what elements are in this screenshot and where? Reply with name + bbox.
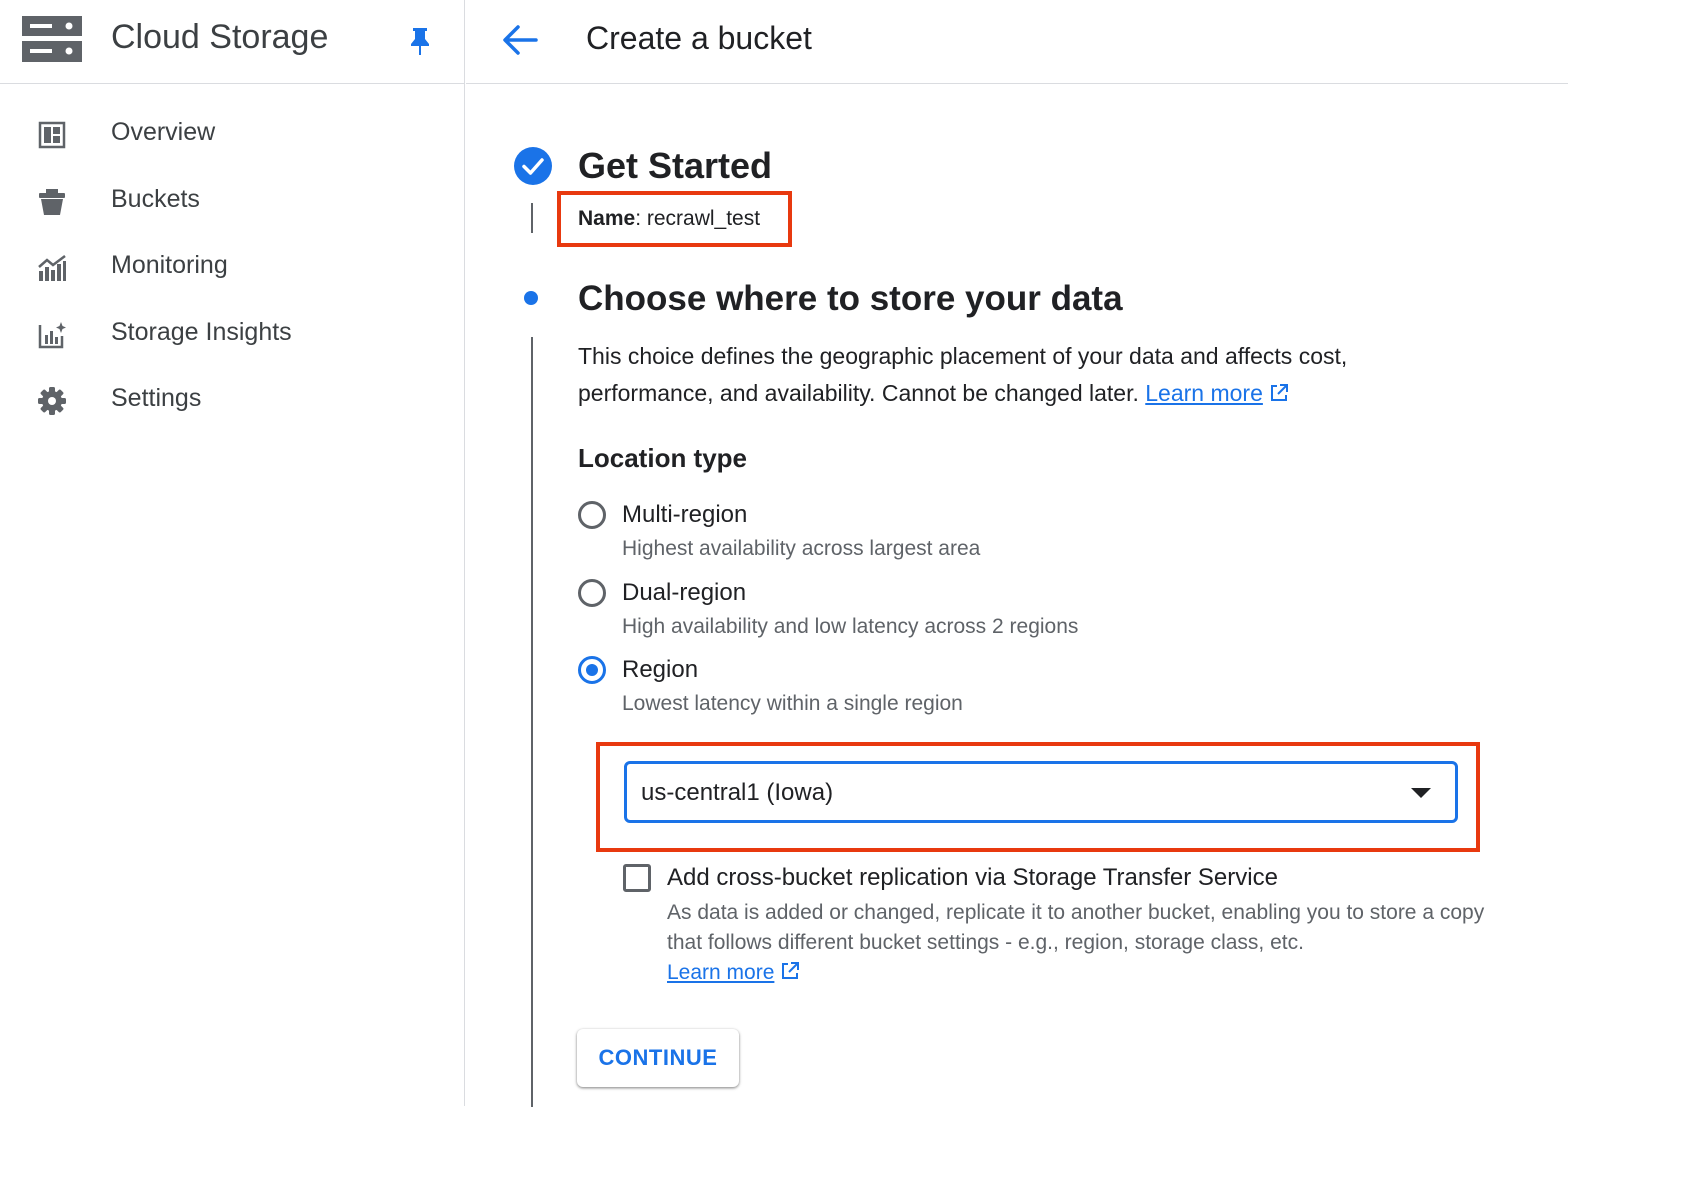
sidebar-item-label: Settings [111,384,202,412]
sidebar-header: Cloud Storage [0,0,464,84]
dual-region-description: High availability and low latency across… [622,615,1079,638]
back-arrow-icon[interactable] [500,22,540,58]
region-label[interactable]: Region [622,656,698,684]
page-title: Create a bucket [586,20,812,56]
sidebar-item-settings[interactable]: Settings [0,366,464,433]
replication-description: As data is added or changed, replicate i… [667,898,1487,988]
learn-more-link[interactable]: Learn more [1145,380,1263,406]
step-connector [531,203,533,233]
page-header: Create a bucket [466,0,1568,84]
external-link-icon [782,962,800,979]
step-current-dot [524,291,538,305]
dashboard-icon [38,121,66,149]
gear-icon [38,387,66,415]
external-link-icon [1270,384,1288,401]
insights-icon [38,321,66,348]
region-select-value: us-central1 (Iowa) [641,779,834,806]
monitoring-icon [38,255,66,281]
step-get-started-title[interactable]: Get Started [578,145,772,187]
bucket-name-summary: Name: recrawl_test [578,207,760,231]
region-radio[interactable] [578,656,606,684]
pin-icon[interactable] [408,26,432,56]
replication-learn-more-link[interactable]: Learn more [667,961,774,984]
location-type-heading: Location type [578,443,748,473]
product-title: Cloud Storage [111,18,329,56]
cloud-storage-icon [22,16,82,62]
replication-label[interactable]: Add cross-bucket replication via Storage… [667,864,1278,892]
sidebar-item-buckets[interactable]: Buckets [0,167,464,234]
sidebar: Cloud Storage Overview Buckets Monitorin… [0,0,465,1106]
replication-checkbox[interactable] [623,864,651,892]
continue-button[interactable]: CONTINUE [577,1029,739,1087]
step-connector [531,337,533,1107]
location-description: This choice defines the geographic place… [578,338,1478,412]
dropdown-arrow-icon [1411,788,1431,798]
dual-region-label[interactable]: Dual-region [622,579,746,607]
sidebar-item-label: Overview [111,118,216,146]
step-location-title: Choose where to store your data [578,279,1123,318]
name-label: Name [578,207,636,230]
sidebar-item-overview[interactable]: Overview [0,100,464,167]
name-value: : recrawl_test [635,207,761,230]
sidebar-item-label: Monitoring [111,251,228,279]
bucket-icon [39,188,65,215]
sidebar-nav: Overview Buckets Monitoring Storage Insi… [0,100,464,433]
create-bucket-form: Get Started Name: recrawl_test Choose wh… [466,85,1568,1107]
region-description: Lowest latency within a single region [622,692,963,715]
multi-region-radio[interactable] [578,501,606,529]
sidebar-item-label: Storage Insights [111,317,292,346]
sidebar-item-label: Buckets [111,184,200,213]
multi-region-description: Highest availability across largest area [622,537,981,560]
dual-region-radio[interactable] [578,579,606,607]
multi-region-label[interactable]: Multi-region [622,501,747,529]
step-complete-check-icon [514,147,552,185]
region-select[interactable]: us-central1 (Iowa) [624,761,1458,823]
sidebar-item-monitoring[interactable]: Monitoring [0,233,464,300]
replication-description-text: As data is added or changed, replicate i… [667,901,1485,954]
sidebar-item-storage-insights[interactable]: Storage Insights [0,300,464,367]
